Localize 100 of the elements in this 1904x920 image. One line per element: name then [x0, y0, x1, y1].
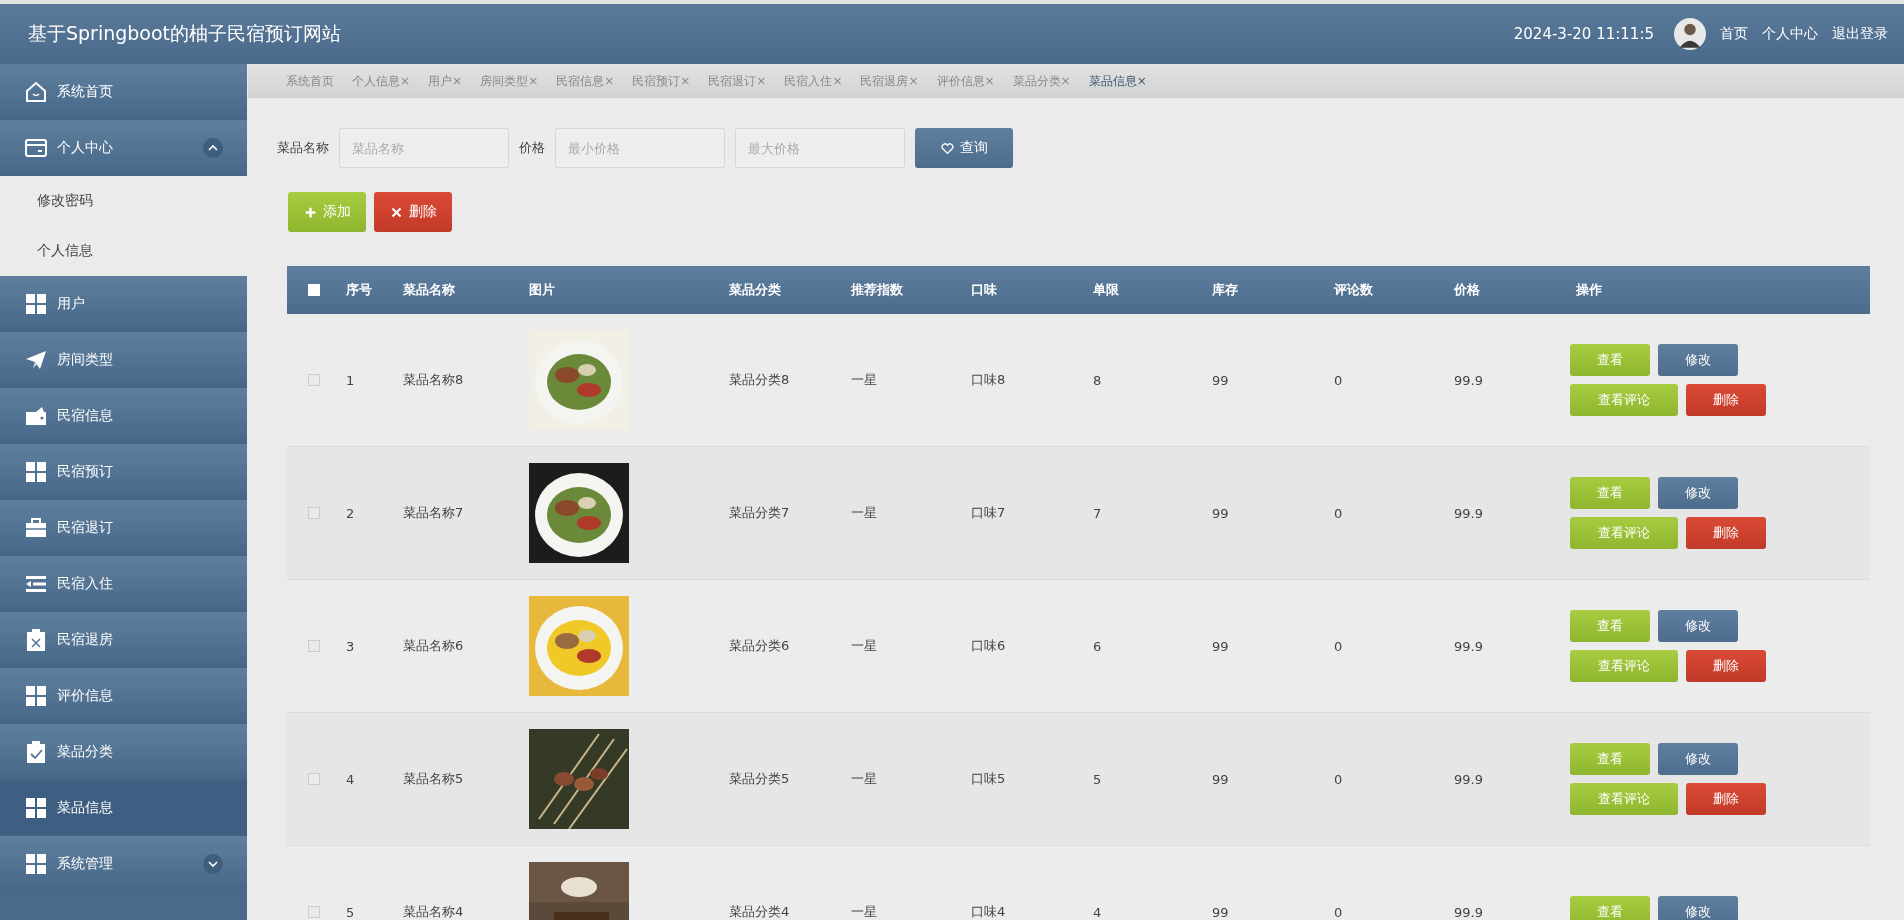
table-cell-text: 5 — [1092, 770, 1103, 789]
table-cell-text: 4 — [1092, 903, 1103, 920]
field-label: 价格 — [519, 139, 545, 157]
tab[interactable]: 个人信息× — [352, 72, 411, 90]
row-checkbox[interactable] — [307, 773, 320, 785]
sidebar-item[interactable]: 民宿入住 — [0, 556, 247, 612]
sidebar-item[interactable]: 房间类型 — [0, 332, 247, 388]
grid-icon — [24, 851, 48, 876]
row-checkbox[interactable] — [307, 507, 320, 519]
table-cell-text: 99.9 — [1453, 637, 1484, 656]
column-header: 价格 — [1452, 281, 1481, 299]
tab[interactable]: 民宿预订× — [632, 72, 691, 90]
table-cell-text: 99 — [1211, 770, 1230, 789]
site-title: 基于Springboot的柚子民宿预订网站 — [28, 21, 342, 46]
table-cell-text: 0 — [1333, 637, 1344, 656]
delete-button[interactable]: 删除 — [1686, 783, 1766, 815]
chevron-up-icon[interactable] — [203, 137, 223, 158]
grid-icon — [24, 291, 48, 316]
table-cell-text: 一星 — [850, 637, 878, 655]
header-link[interactable]: 首页 — [1720, 25, 1748, 43]
table-cell-text: 一星 — [850, 903, 878, 920]
table-cell-text: 0 — [1333, 770, 1344, 789]
tab[interactable]: 用户× — [428, 72, 463, 90]
tab[interactable]: 评价信息× — [936, 72, 995, 90]
table-cell-text: 0 — [1333, 371, 1344, 390]
delete-button[interactable]: 删除 — [374, 192, 452, 232]
tab[interactable]: 房间类型× — [480, 72, 539, 90]
table-cell-text: 99 — [1211, 504, 1230, 523]
edit-button[interactable]: 修改 — [1658, 477, 1738, 509]
tab[interactable]: 民宿退订× — [708, 72, 767, 90]
name-input[interactable]: 菜品名称 — [339, 128, 509, 168]
sidebar-item[interactable]: 系统管理 — [0, 836, 247, 892]
sidebar-item[interactable]: 用户 — [0, 276, 247, 332]
max-price-input[interactable]: 最大价格 — [735, 128, 905, 168]
row-checkbox[interactable] — [307, 374, 320, 386]
sidebar-item[interactable]: 民宿退房 — [0, 612, 247, 668]
submenu-item[interactable]: 个人信息 — [0, 226, 247, 276]
delete-button[interactable]: 删除 — [1686, 517, 1766, 549]
tab[interactable]: 菜品分类× — [1012, 72, 1071, 90]
sidebar-item[interactable]: 菜品分类 — [0, 724, 247, 780]
table-cell-text: 99 — [1211, 903, 1230, 920]
column-header: 口味 — [970, 281, 998, 299]
submenu-item[interactable]: 修改密码 — [0, 176, 247, 226]
avatar-icon[interactable] — [1674, 18, 1706, 50]
select-all-checkbox[interactable] — [307, 284, 320, 296]
table-cell-text: 0 — [1333, 903, 1344, 920]
column-header: 单限 — [1092, 281, 1120, 299]
edit-button[interactable]: 修改 — [1658, 610, 1738, 642]
column-header: 推荐指数 — [850, 281, 904, 299]
tab[interactable]: 系统首页 — [286, 72, 334, 90]
column-header: 库存 — [1211, 281, 1239, 299]
table-cell-text: 4 — [345, 770, 356, 789]
datetime: 2024-3-20 11:11:5 — [1513, 25, 1654, 43]
grid-icon — [24, 795, 48, 820]
sidebar-item[interactable]: 系统首页 — [0, 64, 247, 120]
sidebar-item[interactable]: 民宿信息 — [0, 388, 247, 444]
edit-button[interactable]: 修改 — [1658, 896, 1738, 920]
row-checkbox[interactable] — [307, 640, 320, 652]
table-cell-text: 8 — [1092, 371, 1103, 390]
close-icon — [389, 205, 403, 219]
search-button[interactable]: 查询 — [915, 128, 1013, 168]
table-cell-text: 菜品名称5 — [402, 770, 465, 788]
tab[interactable]: 民宿信息× — [556, 72, 615, 90]
tab[interactable]: 民宿入住× — [784, 72, 843, 90]
table-cell-text: 菜品名称7 — [402, 504, 465, 522]
header-link[interactable]: 退出登录 — [1832, 25, 1888, 43]
table-cell-text: 口味7 — [970, 504, 1007, 522]
column-header: 评论数 — [1333, 281, 1374, 299]
sidebar-item[interactable]: 民宿退订 — [0, 500, 247, 556]
sidebar-item[interactable]: 民宿预订 — [0, 444, 247, 500]
edit-button[interactable]: 修改 — [1658, 743, 1738, 775]
table-cell-text: 0 — [1333, 504, 1344, 523]
table-cell-text: 菜品分类7 — [728, 504, 791, 522]
table-cell-text: 菜品分类8 — [728, 371, 791, 389]
chevron-down-icon[interactable] — [203, 853, 223, 874]
table-cell-text: 一星 — [850, 504, 878, 522]
column-header: 菜品分类 — [728, 281, 782, 299]
table-cell-text: 菜品名称4 — [402, 903, 465, 920]
delete-button[interactable]: 删除 — [1686, 384, 1766, 416]
grid-icon — [24, 459, 48, 484]
header-link[interactable]: 个人中心 — [1762, 25, 1818, 43]
delete-button[interactable]: 删除 — [1686, 650, 1766, 682]
row-checkbox[interactable] — [307, 906, 320, 918]
sidebar-item[interactable]: 评价信息 — [0, 668, 247, 724]
column-header: 菜品名称 — [402, 281, 456, 299]
tab[interactable]: 菜品信息× — [1088, 72, 1147, 90]
house-icon — [24, 79, 48, 104]
table-cell-text: 7 — [1092, 504, 1103, 523]
column-header: 操作 — [1575, 281, 1603, 299]
edit-button[interactable]: 修改 — [1658, 344, 1738, 376]
min-price-input[interactable]: 最小价格 — [555, 128, 725, 168]
tab[interactable]: 民宿退房× — [860, 72, 919, 90]
table-cell-text: 口味4 — [970, 903, 1007, 920]
sidebar-item[interactable]: 菜品信息 — [0, 780, 247, 836]
table-cell-text: 99 — [1211, 637, 1230, 656]
sidebar-item[interactable]: 个人中心 — [0, 120, 247, 176]
table-cell-text: 菜品分类4 — [728, 903, 791, 920]
field-label: 菜品名称 — [277, 139, 329, 157]
table-cell-text: 菜品名称8 — [402, 371, 465, 389]
table-cell-text: 99 — [1211, 371, 1230, 390]
